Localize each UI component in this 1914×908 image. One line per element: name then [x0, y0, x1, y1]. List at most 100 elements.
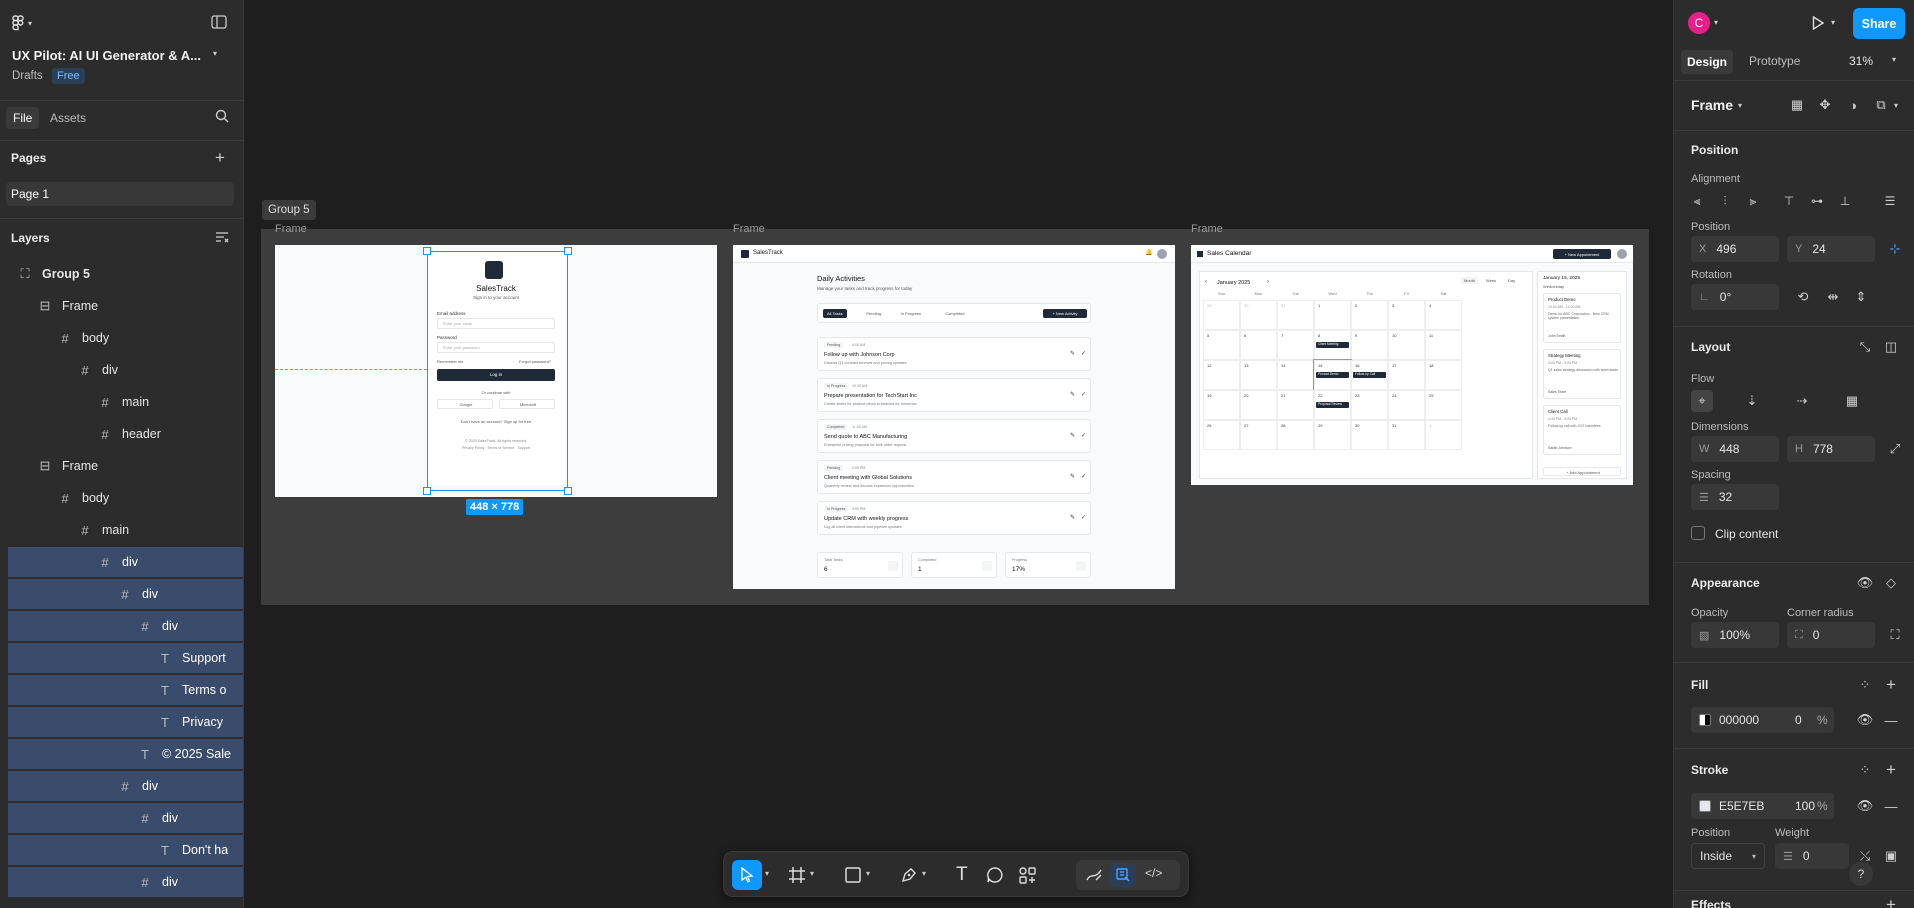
dev-mode-icon[interactable]: </>	[1145, 866, 1162, 880]
x-field[interactable]: X 496	[1691, 236, 1779, 262]
remove-fill-icon[interactable]: —	[1880, 709, 1902, 731]
view-tab-week[interactable]: Week	[1483, 277, 1499, 284]
selection-handle[interactable]	[564, 247, 572, 255]
draw-mode-icon[interactable]	[1085, 866, 1103, 884]
frame-label-3[interactable]: Frame	[1191, 223, 1223, 235]
frame-type-label[interactable]: Frame	[1691, 97, 1733, 113]
toggle-sidebar-icon[interactable]	[211, 15, 227, 29]
add-page-icon[interactable]: +	[215, 148, 225, 168]
calendar-day-cell[interactable]: 4	[1425, 300, 1462, 330]
calendar-day-cell[interactable]: 1	[1314, 300, 1351, 330]
actions-tool-icon[interactable]	[1018, 866, 1036, 884]
appointment-card[interactable]: Client Call 4:30 PM - 5:00 PM Follow-up ca…	[1543, 405, 1621, 455]
new-appointment-button[interactable]: + New Appointment	[1553, 249, 1611, 259]
add-stroke-icon[interactable]: +	[1880, 759, 1902, 781]
chevron-down-icon[interactable]: ▾	[28, 19, 32, 28]
edit-icon[interactable]: ✎	[1070, 514, 1075, 521]
grid-icon[interactable]: ▦	[1786, 94, 1808, 116]
task-card[interactable]: Pending 2:00 PM Client meeting with Global…	[817, 460, 1091, 494]
move-tool-button[interactable]	[732, 860, 762, 890]
calendar-day-cell[interactable]: 28	[1277, 420, 1314, 450]
styles-icon[interactable]: ⁘	[1854, 674, 1876, 696]
user-avatar[interactable]	[1157, 249, 1167, 259]
calendar-day-cell[interactable]: 30	[1240, 300, 1277, 330]
fill-hex[interactable]: 000000	[1719, 713, 1795, 727]
stroke-hex[interactable]: E5E7EB	[1719, 799, 1795, 813]
calendar-day-cell[interactable]: 31	[1388, 420, 1425, 450]
layer-row[interactable]: # main	[8, 387, 243, 417]
check-icon[interactable]: ✓	[1081, 514, 1086, 521]
calendar-event[interactable]: Proposal Review	[1316, 402, 1349, 408]
resize-icon[interactable]: ⤢	[1884, 438, 1906, 460]
calendar-day-cell[interactable]: 31	[1277, 300, 1314, 330]
share-button[interactable]: Share	[1853, 8, 1905, 39]
task-card[interactable]: Pending 9:00 AM Follow up with Johnson Cor…	[817, 337, 1091, 371]
component-icon[interactable]: ✥	[1814, 94, 1836, 116]
check-icon[interactable]: ✓	[1081, 391, 1086, 398]
calendar-day-cell[interactable]: 10	[1388, 330, 1425, 360]
design-mode-button[interactable]	[1110, 863, 1136, 887]
rotation-field[interactable]: ∟ 0°	[1691, 284, 1779, 310]
align-bottom-icon[interactable]: ⊥	[1834, 190, 1856, 212]
calendar-day-cell[interactable]: 24	[1388, 390, 1425, 420]
stroke-position-select[interactable]: Inside ▾	[1691, 843, 1765, 869]
filter-tab[interactable]: In Progress	[897, 309, 925, 318]
fill-swatch[interactable]	[1699, 714, 1711, 726]
calendar-day-cell[interactable]: 1	[1425, 420, 1462, 450]
calendar-event[interactable]: Product Demo	[1316, 372, 1349, 378]
flip-horizontal-icon[interactable]: ⇹	[1822, 286, 1844, 308]
figma-logo-icon[interactable]	[12, 15, 24, 31]
fill-field[interactable]: 000000 0 %	[1691, 707, 1834, 733]
selection-handle[interactable]	[423, 487, 431, 495]
align-middle-v-icon[interactable]: ⊶	[1806, 190, 1828, 212]
help-button[interactable]: ?	[1849, 862, 1873, 886]
boolean-icon[interactable]: ⧉	[1870, 94, 1892, 116]
calendar-day-cell[interactable]: 14	[1277, 360, 1314, 390]
selection-handle[interactable]	[564, 487, 572, 495]
add-appointment-button[interactable]: + Add Appointment	[1543, 467, 1621, 476]
drafts-label[interactable]: Drafts	[12, 70, 43, 82]
new-activity-button[interactable]: + New Activity	[1043, 309, 1087, 318]
mask-icon[interactable]: ◑	[1842, 94, 1864, 116]
calendar-day-cell[interactable]: 17	[1388, 360, 1425, 390]
corner-radius-field[interactable]: ⛶ 0	[1787, 622, 1875, 648]
frame-tool-icon[interactable]	[788, 866, 806, 884]
selection-handle[interactable]	[423, 247, 431, 255]
frame-label-2[interactable]: Frame	[733, 223, 765, 235]
width-field[interactable]: W 448	[1691, 436, 1779, 462]
view-tab-month[interactable]: Month	[1461, 277, 1479, 284]
calendar-day-cell[interactable]: 21	[1277, 390, 1314, 420]
layers-filter-icon[interactable]	[215, 231, 229, 243]
chevron-down-icon[interactable]: ▾	[810, 869, 814, 878]
stroke-field[interactable]: E5E7EB 100 %	[1691, 793, 1834, 819]
layer-row[interactable]: T © 2025 Sale	[8, 739, 243, 769]
calendar-day-cell[interactable]: 29	[1203, 300, 1240, 330]
layer-row[interactable]: # header	[8, 419, 243, 449]
bell-icon[interactable]: 🔔	[1145, 249, 1152, 256]
stroke-swatch[interactable]	[1699, 800, 1711, 812]
chevron-down-icon[interactable]: ▾	[765, 869, 769, 878]
edit-icon[interactable]: ✎	[1070, 473, 1075, 480]
align-right-icon[interactable]: ⫸	[1742, 190, 1764, 212]
eye-icon[interactable]: 👁	[1854, 795, 1876, 817]
check-icon[interactable]: ✓	[1081, 473, 1086, 480]
layer-row[interactable]: # div	[8, 547, 243, 577]
filter-tab[interactable]: Completed	[941, 309, 968, 318]
pen-tool-icon[interactable]	[900, 866, 918, 884]
tab-assets[interactable]: Assets	[50, 111, 86, 125]
calendar-day-cell[interactable]: 27	[1240, 420, 1277, 450]
calendar-day-cell[interactable]: 11	[1425, 330, 1462, 360]
layer-row[interactable]: ⊟ Frame	[8, 451, 243, 481]
flow-freeform-icon[interactable]: ⌖	[1691, 390, 1713, 412]
calendar-day-cell[interactable]: 26	[1203, 420, 1240, 450]
calendar-day-cell[interactable]: 18	[1425, 360, 1462, 390]
layer-row[interactable]: # body	[8, 483, 243, 513]
layer-row[interactable]: # div	[8, 867, 243, 897]
avatar[interactable]: C	[1688, 12, 1710, 34]
check-icon[interactable]: ✓	[1081, 432, 1086, 439]
styles-icon[interactable]: ⁘	[1854, 759, 1876, 781]
calendar-day-cell[interactable]: 2	[1351, 300, 1388, 330]
chevron-down-icon[interactable]: ▾	[1738, 101, 1742, 110]
calendar-day-cell[interactable]: 7	[1277, 330, 1314, 360]
calendar-day-cell[interactable]: 3	[1388, 300, 1425, 330]
